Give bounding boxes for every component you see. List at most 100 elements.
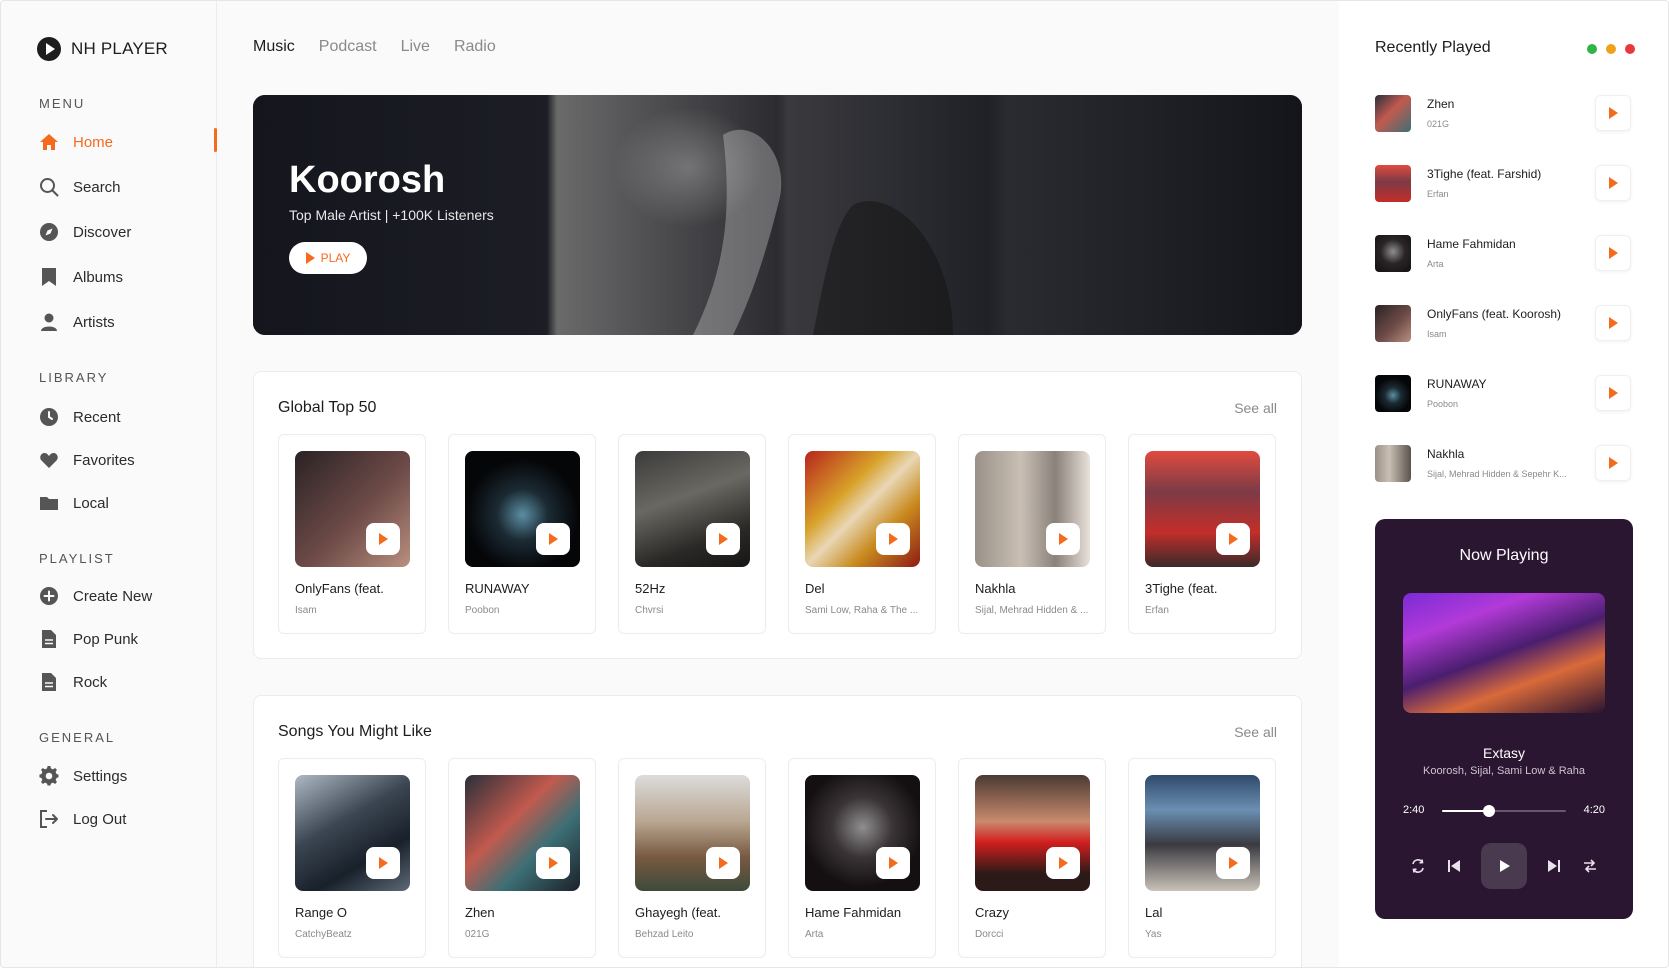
- song-card[interactable]: Del Sami Low, Raha & The ...: [788, 434, 936, 634]
- sidebar-item-albums[interactable]: Albums: [39, 265, 217, 289]
- card-play-button[interactable]: [366, 523, 400, 555]
- play-icon: [1228, 857, 1238, 869]
- card-play-button[interactable]: [876, 523, 910, 555]
- song-artist: Poobon: [465, 605, 500, 616]
- shuffle-button[interactable]: [1567, 843, 1613, 889]
- card-play-button[interactable]: [1046, 523, 1080, 555]
- play-icon: [1228, 533, 1238, 545]
- sidebar-item-discover[interactable]: Discover: [39, 220, 217, 244]
- hero-play-button[interactable]: PLAY: [289, 242, 367, 274]
- tab-radio[interactable]: Radio: [454, 38, 496, 56]
- recent-thumbnail: [1375, 165, 1411, 202]
- progress-slider[interactable]: [1442, 805, 1566, 817]
- card-play-button[interactable]: [876, 847, 910, 879]
- app-window: NH PLAYER MENU Home Search Discover Albu…: [0, 0, 1669, 968]
- song-artist: Arta: [805, 929, 824, 940]
- song-card[interactable]: 3Tighe (feat. Erfan: [1128, 434, 1276, 634]
- card-play-button[interactable]: [1216, 847, 1250, 879]
- card-play-button[interactable]: [536, 523, 570, 555]
- search-icon: [39, 177, 59, 197]
- recent-title: Nakhla: [1427, 447, 1465, 461]
- song-card[interactable]: Hame Fahmidan Arta: [788, 758, 936, 958]
- current-time: 2:40: [1403, 804, 1425, 816]
- red-dot-icon[interactable]: [1625, 44, 1635, 54]
- now-playing-song: Extasy: [1482, 745, 1525, 761]
- recent-play-button[interactable]: [1595, 375, 1631, 411]
- recent-play-button[interactable]: [1595, 95, 1631, 131]
- play-icon: [1058, 533, 1068, 545]
- recent-thumbnail: [1375, 235, 1411, 272]
- recent-play-button[interactable]: [1595, 305, 1631, 341]
- card-play-button[interactable]: [536, 847, 570, 879]
- play-icon: [1608, 387, 1618, 399]
- recent-play-button[interactable]: [1595, 165, 1631, 201]
- sidebar-item-settings[interactable]: Settings: [39, 764, 217, 788]
- previous-button[interactable]: [1431, 843, 1477, 889]
- heart-icon: [39, 450, 59, 470]
- song-card[interactable]: Zhen 021G: [448, 758, 596, 958]
- document-icon: [39, 629, 59, 649]
- tab-music[interactable]: Music: [253, 38, 295, 56]
- recent-item[interactable]: Zhen 021G: [1375, 95, 1635, 135]
- album-cover: [635, 451, 750, 567]
- sidebar-item-recent[interactable]: Recent: [39, 405, 217, 429]
- recent-play-button[interactable]: [1595, 445, 1631, 481]
- sidebar-item-label: Recent: [73, 408, 121, 426]
- song-card[interactable]: 52Hz Chvrsi: [618, 434, 766, 634]
- green-dot-icon[interactable]: [1587, 44, 1597, 54]
- song-card[interactable]: Crazy Dorcci: [958, 758, 1106, 958]
- sidebar-item-artists[interactable]: Artists: [39, 310, 217, 334]
- recent-title: 3Tighe (feat. Farshid): [1427, 167, 1542, 181]
- hero-banner: Koorosh Top Male Artist | +100K Listener…: [253, 95, 1302, 335]
- card-play-button[interactable]: [706, 847, 740, 879]
- song-card[interactable]: Nakhla Sijal, Mehrad Hidden & ...: [958, 434, 1106, 634]
- card-play-button[interactable]: [1046, 847, 1080, 879]
- sidebar-item-label: Discover: [73, 223, 132, 241]
- play-pause-button[interactable]: [1481, 843, 1527, 889]
- sidebar-item-label: Artists: [73, 313, 115, 331]
- song-artist: CatchyBeatz: [295, 929, 352, 940]
- sidebar-item-label: Pop Punk: [73, 630, 139, 648]
- library-section-label: LIBRARY: [39, 370, 109, 385]
- song-card[interactable]: Lal Yas: [1128, 758, 1276, 958]
- sidebar-item-search[interactable]: Search: [39, 175, 217, 199]
- card-play-button[interactable]: [706, 523, 740, 555]
- card-play-button[interactable]: [1216, 523, 1250, 555]
- song-card[interactable]: OnlyFans (feat. Isam: [278, 434, 426, 634]
- recent-title: RUNAWAY: [1427, 377, 1487, 391]
- tab-podcast[interactable]: Podcast: [319, 38, 377, 56]
- see-all-link[interactable]: See all: [1234, 400, 1277, 416]
- song-card[interactable]: RUNAWAY Poobon: [448, 434, 596, 634]
- card-play-button[interactable]: [366, 847, 400, 879]
- plus-circle-icon: [39, 586, 59, 606]
- app-logo[interactable]: NH PLAYER: [37, 37, 168, 61]
- sidebar-item-label: Home: [73, 133, 114, 151]
- sidebar-item-local[interactable]: Local: [39, 491, 217, 515]
- song-card[interactable]: Ghayegh (feat. Behzad Leito: [618, 758, 766, 958]
- recent-item[interactable]: OnlyFans (feat. Koorosh) Isam: [1375, 305, 1635, 345]
- play-icon: [1608, 457, 1618, 469]
- sidebar-item-favorites[interactable]: Favorites: [39, 448, 217, 472]
- tab-live[interactable]: Live: [401, 38, 430, 56]
- progress-knob[interactable]: [1483, 805, 1496, 817]
- sidebar-item-rock[interactable]: Rock: [39, 670, 217, 694]
- user-icon: [39, 312, 59, 332]
- might-like-section: Songs You Might Like See all Range O Cat…: [253, 695, 1302, 967]
- recent-item[interactable]: Hame Fahmidan Arta: [1375, 235, 1635, 275]
- sidebar-item-log-out[interactable]: Log Out: [39, 807, 217, 831]
- sidebar-item-home[interactable]: Home: [39, 128, 217, 154]
- see-all-link[interactable]: See all: [1234, 724, 1277, 740]
- yellow-dot-icon[interactable]: [1606, 44, 1616, 54]
- sidebar-item-create-new[interactable]: Create New: [39, 584, 217, 608]
- now-playing-artist: Koorosh, Sijal, Sami Low & Raha: [1422, 765, 1586, 777]
- recent-item[interactable]: RUNAWAY Poobon: [1375, 375, 1635, 415]
- sidebar-item-pop-punk[interactable]: Pop Punk: [39, 627, 217, 651]
- song-artist: Sami Low, Raha & The ...: [805, 605, 919, 616]
- gear-icon: [39, 766, 59, 786]
- song-title: RUNAWAY: [465, 581, 530, 596]
- recent-item[interactable]: Nakhla Sijal, Mehrad Hidden & Sepehr K..…: [1375, 445, 1635, 485]
- song-card[interactable]: Range O CatchyBeatz: [278, 758, 426, 958]
- sidebar-item-label: Log Out: [73, 810, 127, 828]
- recent-item[interactable]: 3Tighe (feat. Farshid) Erfan: [1375, 165, 1635, 205]
- recent-play-button[interactable]: [1595, 235, 1631, 271]
